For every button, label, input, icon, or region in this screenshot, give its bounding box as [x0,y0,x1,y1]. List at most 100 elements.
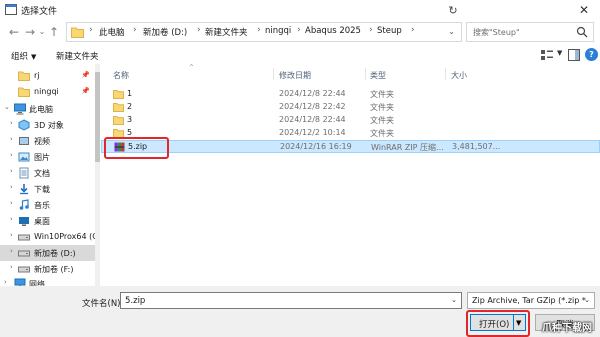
sidebar-item-downloads[interactable]: › 下载 [0,181,99,197]
address-bar[interactable]: › 此电脑 › 新加卷 (D:) › 新建文件夹 › ningqi › Abaq… [66,22,462,42]
sidebar-item-drive-f[interactable]: › 新加卷 (F:) [0,261,99,277]
breadcrumb-separator: › [257,25,261,35]
open-button-highlight [466,310,530,337]
sidebar-item-this-pc[interactable]: ⌄ 此电脑 [0,101,99,117]
sidebar-item-drive-c[interactable]: › Win10Prox64 (C [0,229,99,245]
network-icon [14,278,26,286]
up-button[interactable]: ↑ [46,24,62,40]
sidebar-item-3d-objects[interactable]: › 3D 对象 [0,117,99,133]
breadcrumb-drive-d[interactable]: 新加卷 (D:) [143,26,187,38]
breadcrumb-abaqus[interactable]: Abaqus 2025 [305,26,361,36]
caret-down-icon: ▼ [31,53,37,61]
sidebar-item-label: 下载 [34,185,50,194]
file-list: ^ 名称 修改日期 类型 大小 1 2024/12/8 22:44 文件夹 2 … [101,64,600,286]
sidebar-scrollbar-thumb[interactable] [95,72,100,162]
preview-pane-icon[interactable] [568,49,580,61]
breadcrumb-separator: › [133,25,137,35]
search-icon [576,26,588,38]
window-title: 选择文件 [21,7,58,17]
sidebar-item-rj[interactable]: rj 📌 [0,68,99,84]
file-date: 2024/12/2 10:14 [279,128,346,137]
column-header-size[interactable]: 大小 [451,70,467,81]
expand-arrow-icon[interactable]: › [10,247,13,255]
breadcrumb-ningqi[interactable]: ningqi [265,26,291,36]
column-separator[interactable] [273,68,274,80]
sidebar-item-label: 桌面 [34,217,50,226]
3d-objects-icon [18,119,30,131]
refresh-button[interactable]: ↻ [446,4,460,18]
search-input[interactable]: 搜索"Steup" [466,22,594,42]
sidebar-item-ningqi[interactable]: ningqi 📌 [0,84,99,100]
breadcrumb-new-folder[interactable]: 新建文件夹 [205,26,248,38]
file-name: 5 [127,128,133,137]
file-date: 2024/12/8 22:42 [279,102,346,111]
folder-icon [71,27,84,38]
file-type: 文件夹 [370,90,394,99]
expand-arrow-icon[interactable]: › [10,231,13,239]
sidebar-scrollbar[interactable] [95,64,100,286]
expand-arrow-icon[interactable]: › [10,151,13,159]
sidebar-item-label: 网络 [29,280,45,286]
expand-arrow-icon[interactable]: › [10,167,13,175]
sidebar-item-drive-d[interactable]: › 新加卷 (D:) [0,245,99,261]
filename-history-dropdown[interactable]: ⌄ [451,296,457,304]
file-type: 文件夹 [370,129,394,138]
breadcrumb-separator: › [411,25,415,35]
filename-label: 文件名(N): [82,299,124,309]
breadcrumb-separator: › [197,25,201,35]
help-icon[interactable]: ? [585,48,598,61]
sidebar-item-music[interactable]: › 音乐 [0,197,99,213]
new-folder-button[interactable]: 新建文件夹 [56,50,99,62]
column-separator[interactable] [365,68,366,80]
music-icon [19,199,29,210]
view-options-icon[interactable] [540,49,554,61]
expand-arrow-icon[interactable]: ⌄ [4,103,10,111]
address-history-dropdown[interactable]: ⌄ [448,27,455,36]
breadcrumb-separator: › [297,25,301,35]
sidebar-item-network[interactable]: › 网络 [0,276,99,286]
expand-arrow-icon[interactable]: › [10,135,13,143]
column-header-date[interactable]: 修改日期 [279,70,311,81]
file-row[interactable]: 5 2024/12/2 10:14 文件夹 [101,127,600,140]
sidebar-item-documents[interactable]: › 文档 [0,165,99,181]
pin-icon: 📌 [81,71,90,79]
sidebar-item-label: Win10Prox64 (C [34,232,98,241]
filename-input[interactable]: 5.zip ⌄ [120,292,462,309]
app-window-icon [5,4,17,15]
expand-arrow-icon[interactable]: › [10,215,13,223]
sidebar-item-pictures[interactable]: › 图片 [0,149,99,165]
file-type: 文件夹 [370,103,394,112]
breadcrumb-this-pc[interactable]: 此电脑 [99,26,125,38]
expand-arrow-icon[interactable]: › [10,199,13,207]
filename-value: 5.zip [125,296,146,306]
file-row-selected[interactable]: 5.zip 2024/12/16 16:19 WinRAR ZIP 压缩... … [101,140,600,153]
organize-menu[interactable]: 组织 ▼ [11,50,36,62]
file-row[interactable]: 3 2024/12/8 22:44 文件夹 [101,114,600,127]
pin-icon: 📌 [81,87,90,95]
folder-icon [113,116,124,125]
downloads-icon [20,184,28,195]
view-dropdown-icon[interactable]: ▼ [557,49,562,57]
file-row[interactable]: 1 2024/12/8 22:44 文件夹 [101,88,600,101]
back-button[interactable]: ← [6,24,22,40]
title-bar: 选择文件 ✕ [0,0,600,20]
expand-arrow-icon[interactable]: › [10,263,13,271]
close-button[interactable]: ✕ [572,1,596,19]
sidebar-item-label: ningqi [34,87,59,96]
expand-arrow-icon[interactable]: › [4,278,7,286]
expand-arrow-icon[interactable]: › [10,119,13,127]
column-separator[interactable] [445,68,446,80]
file-type: 文件夹 [370,116,394,125]
sidebar-item-videos[interactable]: › 视频 [0,133,99,149]
folder-icon [113,90,124,99]
drive-icon [18,266,30,273]
file-row[interactable]: 2 2024/12/8 22:42 文件夹 [101,101,600,114]
expand-arrow-icon[interactable]: › [10,183,13,191]
sidebar-item-label: 3D 对象 [34,121,64,130]
column-header-name[interactable]: 名称 [113,70,129,81]
sidebar-item-desktop[interactable]: › 桌面 [0,213,99,229]
breadcrumb-steup[interactable]: Steup [377,26,402,36]
file-type-select[interactable]: Zip Archive, Tar GZip (*.zip * ⌄ [467,292,595,309]
column-header-type[interactable]: 类型 [370,70,386,81]
drive-icon [18,250,30,257]
